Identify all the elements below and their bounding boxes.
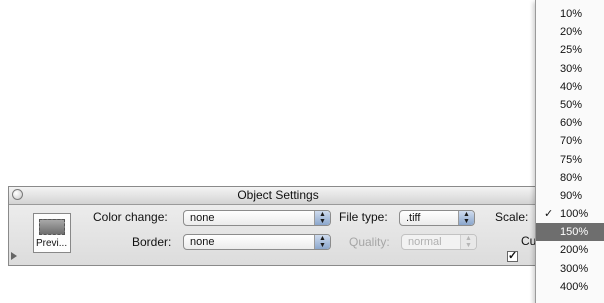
scale-menu-item-label: 200% xyxy=(560,244,589,257)
scale-menu-item-label: 150% xyxy=(560,226,589,239)
scale-menu-item[interactable]: 150% xyxy=(536,223,604,242)
color-change-popup[interactable]: none ▲ ▼ xyxy=(183,210,331,226)
scale-label: Scale: xyxy=(495,210,529,224)
checkmark-icon: ✓ xyxy=(508,250,518,262)
scale-menu-item-label: 70% xyxy=(560,135,583,148)
border-popup[interactable]: none ▲ ▼ xyxy=(183,234,331,250)
up-down-arrows-icon: ▲ ▼ xyxy=(460,235,476,249)
scale-menu-item-label: 400% xyxy=(560,280,589,293)
scale-menu-item[interactable]: 400% xyxy=(536,278,604,296)
checkbox[interactable]: ✓ xyxy=(507,251,518,262)
scale-menu-item[interactable]: 200% xyxy=(536,241,604,259)
palette-body: Previ... Color change: none ▲ ▼ Border: n… xyxy=(9,205,547,265)
scale-menu-item-label: 300% xyxy=(560,262,589,275)
quality-label: Quality: xyxy=(349,235,390,249)
scale-menu-item-label: 40% xyxy=(560,80,583,93)
scale-menu-item[interactable]: 10% xyxy=(536,5,604,23)
scale-menu-item[interactable]: 30% xyxy=(536,60,604,78)
scale-menu-item-label: 25% xyxy=(560,44,583,57)
screen: Object Settings Previ... Color change: n… xyxy=(0,0,604,303)
checkmark-icon: ✓ xyxy=(544,208,554,221)
up-down-arrows-icon: ▲ ▼ xyxy=(314,211,330,225)
border-label: Border: xyxy=(132,235,172,249)
file-type-value: .tiff xyxy=(406,212,421,224)
preview-button[interactable]: Previ... xyxy=(33,213,71,253)
scale-menu-item[interactable]: 90% xyxy=(536,187,604,205)
quality-popup: normal ▲ ▼ xyxy=(401,234,477,250)
file-type-popup[interactable]: .tiff ▲ ▼ xyxy=(399,210,475,226)
palette-title: Object Settings xyxy=(237,188,319,202)
scale-menu-item[interactable]: 300% xyxy=(536,260,604,278)
scale-menu-item-label: 10% xyxy=(560,8,583,20)
palette-titlebar[interactable]: Object Settings xyxy=(9,187,547,205)
scale-menu-item-label: 80% xyxy=(560,171,583,184)
border-value: none xyxy=(190,236,215,248)
scale-menu-item[interactable]: 50% xyxy=(536,96,604,114)
scale-menu-list: 10% 20% 25% 30% 40% 50% 60% 70% 75% 80% 90% ✓ 100% 15… xyxy=(536,0,604,296)
scale-menu-item-label: 30% xyxy=(560,62,583,75)
scale-menu-item[interactable]: ✓ 100% xyxy=(536,205,604,223)
scale-dropdown-menu[interactable]: 10% 20% 25% 30% 40% 50% 60% 70% 75% 80% 90% ✓ 100% 15… xyxy=(535,0,604,303)
quality-value: normal xyxy=(408,236,442,248)
scale-menu-item[interactable]: 60% xyxy=(536,114,604,132)
scale-menu-item[interactable]: 70% xyxy=(536,132,604,150)
preview-swatch-icon xyxy=(39,219,65,235)
scale-menu-item[interactable]: 80% xyxy=(536,169,604,187)
preview-label: Previ... xyxy=(36,238,68,249)
color-change-value: none xyxy=(190,212,215,224)
scale-menu-item-label: 60% xyxy=(560,117,583,130)
scale-menu-item-label: 50% xyxy=(560,98,583,111)
disclosure-triangle-icon[interactable] xyxy=(11,252,17,260)
scale-menu-item[interactable]: 20% xyxy=(536,23,604,41)
scale-menu-item-label: 90% xyxy=(560,189,583,202)
file-type-label: File type: xyxy=(339,210,388,224)
object-settings-palette: Object Settings Previ... Color change: n… xyxy=(8,186,548,266)
scale-menu-item[interactable]: 40% xyxy=(536,78,604,96)
scale-menu-item-label: 100% xyxy=(560,208,589,221)
scale-menu-item-label: 20% xyxy=(560,26,583,39)
color-change-label: Color change: xyxy=(93,210,168,224)
up-down-arrows-icon: ▲ ▼ xyxy=(314,235,330,249)
scale-menu-item[interactable]: 25% xyxy=(536,41,604,59)
up-down-arrows-icon: ▲ ▼ xyxy=(458,211,474,225)
scale-menu-item[interactable]: 75% xyxy=(536,151,604,169)
scale-menu-item-label: 75% xyxy=(560,153,583,166)
